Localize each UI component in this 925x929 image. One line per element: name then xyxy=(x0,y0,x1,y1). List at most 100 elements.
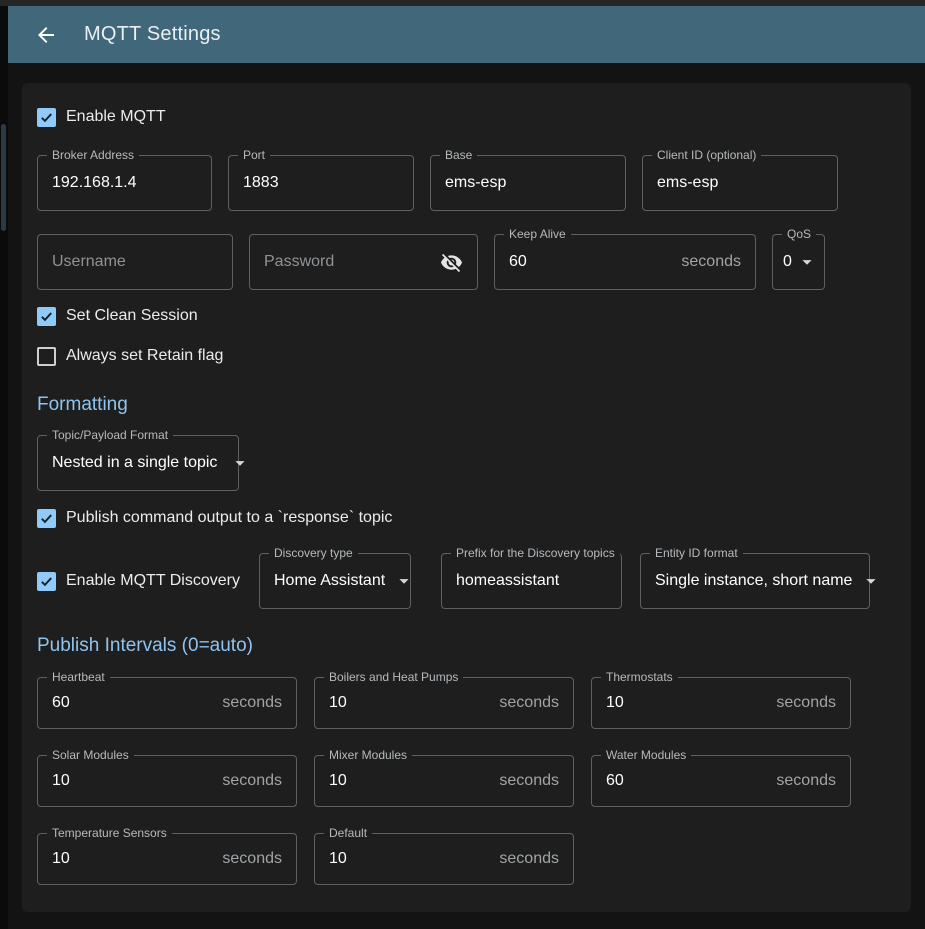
client-id-value: ems-esp xyxy=(657,174,718,192)
username-placeholder: Username xyxy=(52,253,126,271)
back-button[interactable] xyxy=(26,15,66,55)
solar-interval-field[interactable]: Solar Modules 10 seconds xyxy=(37,755,297,807)
arrow-dropdown-icon xyxy=(796,251,818,273)
discovery-type-value: Home Assistant xyxy=(274,572,385,590)
clean-session-checkbox[interactable] xyxy=(37,307,56,326)
username-field[interactable]: Username xyxy=(37,234,233,290)
keep-alive-field[interactable]: Keep Alive 60 seconds xyxy=(494,234,756,290)
heartbeat-suffix: seconds xyxy=(222,694,282,712)
enable-mqtt-row: Enable MQTT xyxy=(37,107,896,127)
thermostats-interval-field[interactable]: Thermostats 10 seconds xyxy=(591,677,851,729)
intervals-grid: Heartbeat 60 seconds Boilers and Heat Pu… xyxy=(37,677,896,885)
topic-format-select[interactable]: Topic/Payload Format Nested in a single … xyxy=(37,435,239,491)
arrow-dropdown-icon xyxy=(860,570,882,592)
enable-discovery-checkbox[interactable] xyxy=(37,572,56,591)
solar-value: 10 xyxy=(52,772,70,790)
thermostats-suffix: seconds xyxy=(776,694,836,712)
base-label: Base xyxy=(440,148,477,162)
keep-alive-value: 60 xyxy=(509,253,527,271)
publish-response-row: Publish command output to a `response` t… xyxy=(37,508,896,528)
water-suffix: seconds xyxy=(776,772,836,790)
water-interval-field[interactable]: Water Modules 60 seconds xyxy=(591,755,851,807)
water-value: 60 xyxy=(606,772,624,790)
retain-flag-label: Always set Retain flag xyxy=(66,347,223,365)
topic-format-value: Nested in a single topic xyxy=(52,454,217,472)
retain-flag-checkbox[interactable] xyxy=(37,347,56,366)
default-label: Default xyxy=(324,826,372,840)
temperature-value: 10 xyxy=(52,850,70,868)
heartbeat-interval-field[interactable]: Heartbeat 60 seconds xyxy=(37,677,297,729)
port-label: Port xyxy=(238,148,270,162)
arrow-back-icon xyxy=(34,23,58,47)
formatting-heading: Formatting xyxy=(37,394,896,416)
solar-suffix: seconds xyxy=(222,772,282,790)
water-label: Water Modules xyxy=(601,748,691,762)
port-field[interactable]: Port 1883 xyxy=(228,155,414,211)
discovery-prefix-value: homeassistant xyxy=(456,572,559,590)
enable-discovery-label: Enable MQTT Discovery xyxy=(66,572,240,590)
enable-mqtt-checkbox[interactable] xyxy=(37,108,56,127)
settings-card: Enable MQTT Broker Address 192.168.1.4 P… xyxy=(22,83,911,912)
base-value: ems-esp xyxy=(445,174,506,192)
thermostats-value: 10 xyxy=(606,694,624,712)
default-value: 10 xyxy=(329,850,347,868)
broker-address-field[interactable]: Broker Address 192.168.1.4 xyxy=(37,155,212,211)
page-title: MQTT Settings xyxy=(84,23,221,46)
default-interval-field[interactable]: Default 10 seconds xyxy=(314,833,574,885)
qos-select[interactable]: QoS 0 xyxy=(772,234,825,290)
discovery-prefix-field[interactable]: Prefix for the Discovery topics homeassi… xyxy=(441,553,622,609)
heartbeat-value: 60 xyxy=(52,694,70,712)
scrollbar-thumb[interactable] xyxy=(1,124,6,231)
boilers-value: 10 xyxy=(329,694,347,712)
client-id-label: Client ID (optional) xyxy=(652,148,761,162)
mixer-label: Mixer Modules xyxy=(324,748,412,762)
topic-format-row: Topic/Payload Format Nested in a single … xyxy=(37,435,896,491)
entity-id-format-label: Entity ID format xyxy=(650,546,743,560)
thermostats-label: Thermostats xyxy=(601,670,678,684)
boilers-suffix: seconds xyxy=(499,694,559,712)
discovery-row: Enable MQTT Discovery Discovery type Hom… xyxy=(37,553,896,609)
temperature-interval-field[interactable]: Temperature Sensors 10 seconds xyxy=(37,833,297,885)
heartbeat-label: Heartbeat xyxy=(47,670,110,684)
app-bar: MQTT Settings xyxy=(8,6,925,63)
mixer-suffix: seconds xyxy=(499,772,559,790)
publish-response-label: Publish command output to a `response` t… xyxy=(66,509,392,527)
retain-flag-row: Always set Retain flag xyxy=(37,346,896,366)
enable-discovery-row: Enable MQTT Discovery xyxy=(37,571,259,591)
qos-label: QoS xyxy=(782,227,816,241)
port-value: 1883 xyxy=(243,174,279,192)
mixer-value: 10 xyxy=(329,772,347,790)
publish-intervals-heading: Publish Intervals (0=auto) xyxy=(37,635,896,657)
client-id-field[interactable]: Client ID (optional) ems-esp xyxy=(642,155,838,211)
mixer-interval-field[interactable]: Mixer Modules 10 seconds xyxy=(314,755,574,807)
password-placeholder: Password xyxy=(264,253,334,271)
keep-alive-suffix: seconds xyxy=(681,253,741,271)
credentials-row: Username Password Keep Alive 60 seconds … xyxy=(37,234,896,290)
temperature-label: Temperature Sensors xyxy=(47,826,172,840)
enable-mqtt-label: Enable MQTT xyxy=(66,108,166,126)
broker-address-value: 192.168.1.4 xyxy=(52,174,137,192)
boilers-interval-field[interactable]: Boilers and Heat Pumps 10 seconds xyxy=(314,677,574,729)
visibility-off-icon[interactable] xyxy=(440,251,463,274)
base-field[interactable]: Base ems-esp xyxy=(430,155,626,211)
discovery-prefix-label: Prefix for the Discovery topics xyxy=(451,546,620,560)
entity-id-format-value: Single instance, short name xyxy=(655,572,852,590)
temperature-suffix: seconds xyxy=(222,850,282,868)
window-left-edge xyxy=(0,6,8,929)
broker-row: Broker Address 192.168.1.4 Port 1883 Bas… xyxy=(37,155,896,211)
discovery-type-label: Discovery type xyxy=(269,546,358,560)
topic-format-label: Topic/Payload Format xyxy=(47,428,173,442)
clean-session-row: Set Clean Session xyxy=(37,306,896,326)
boilers-label: Boilers and Heat Pumps xyxy=(324,670,463,684)
keep-alive-label: Keep Alive xyxy=(504,227,571,241)
publish-response-checkbox[interactable] xyxy=(37,509,56,528)
arrow-dropdown-icon xyxy=(229,452,251,474)
entity-id-format-select[interactable]: Entity ID format Single instance, short … xyxy=(640,553,870,609)
broker-address-label: Broker Address xyxy=(47,148,139,162)
default-suffix: seconds xyxy=(499,850,559,868)
password-field[interactable]: Password xyxy=(249,234,478,290)
qos-value: 0 xyxy=(783,253,792,271)
solar-label: Solar Modules xyxy=(47,748,134,762)
arrow-dropdown-icon xyxy=(393,570,415,592)
discovery-type-select[interactable]: Discovery type Home Assistant xyxy=(259,553,411,609)
